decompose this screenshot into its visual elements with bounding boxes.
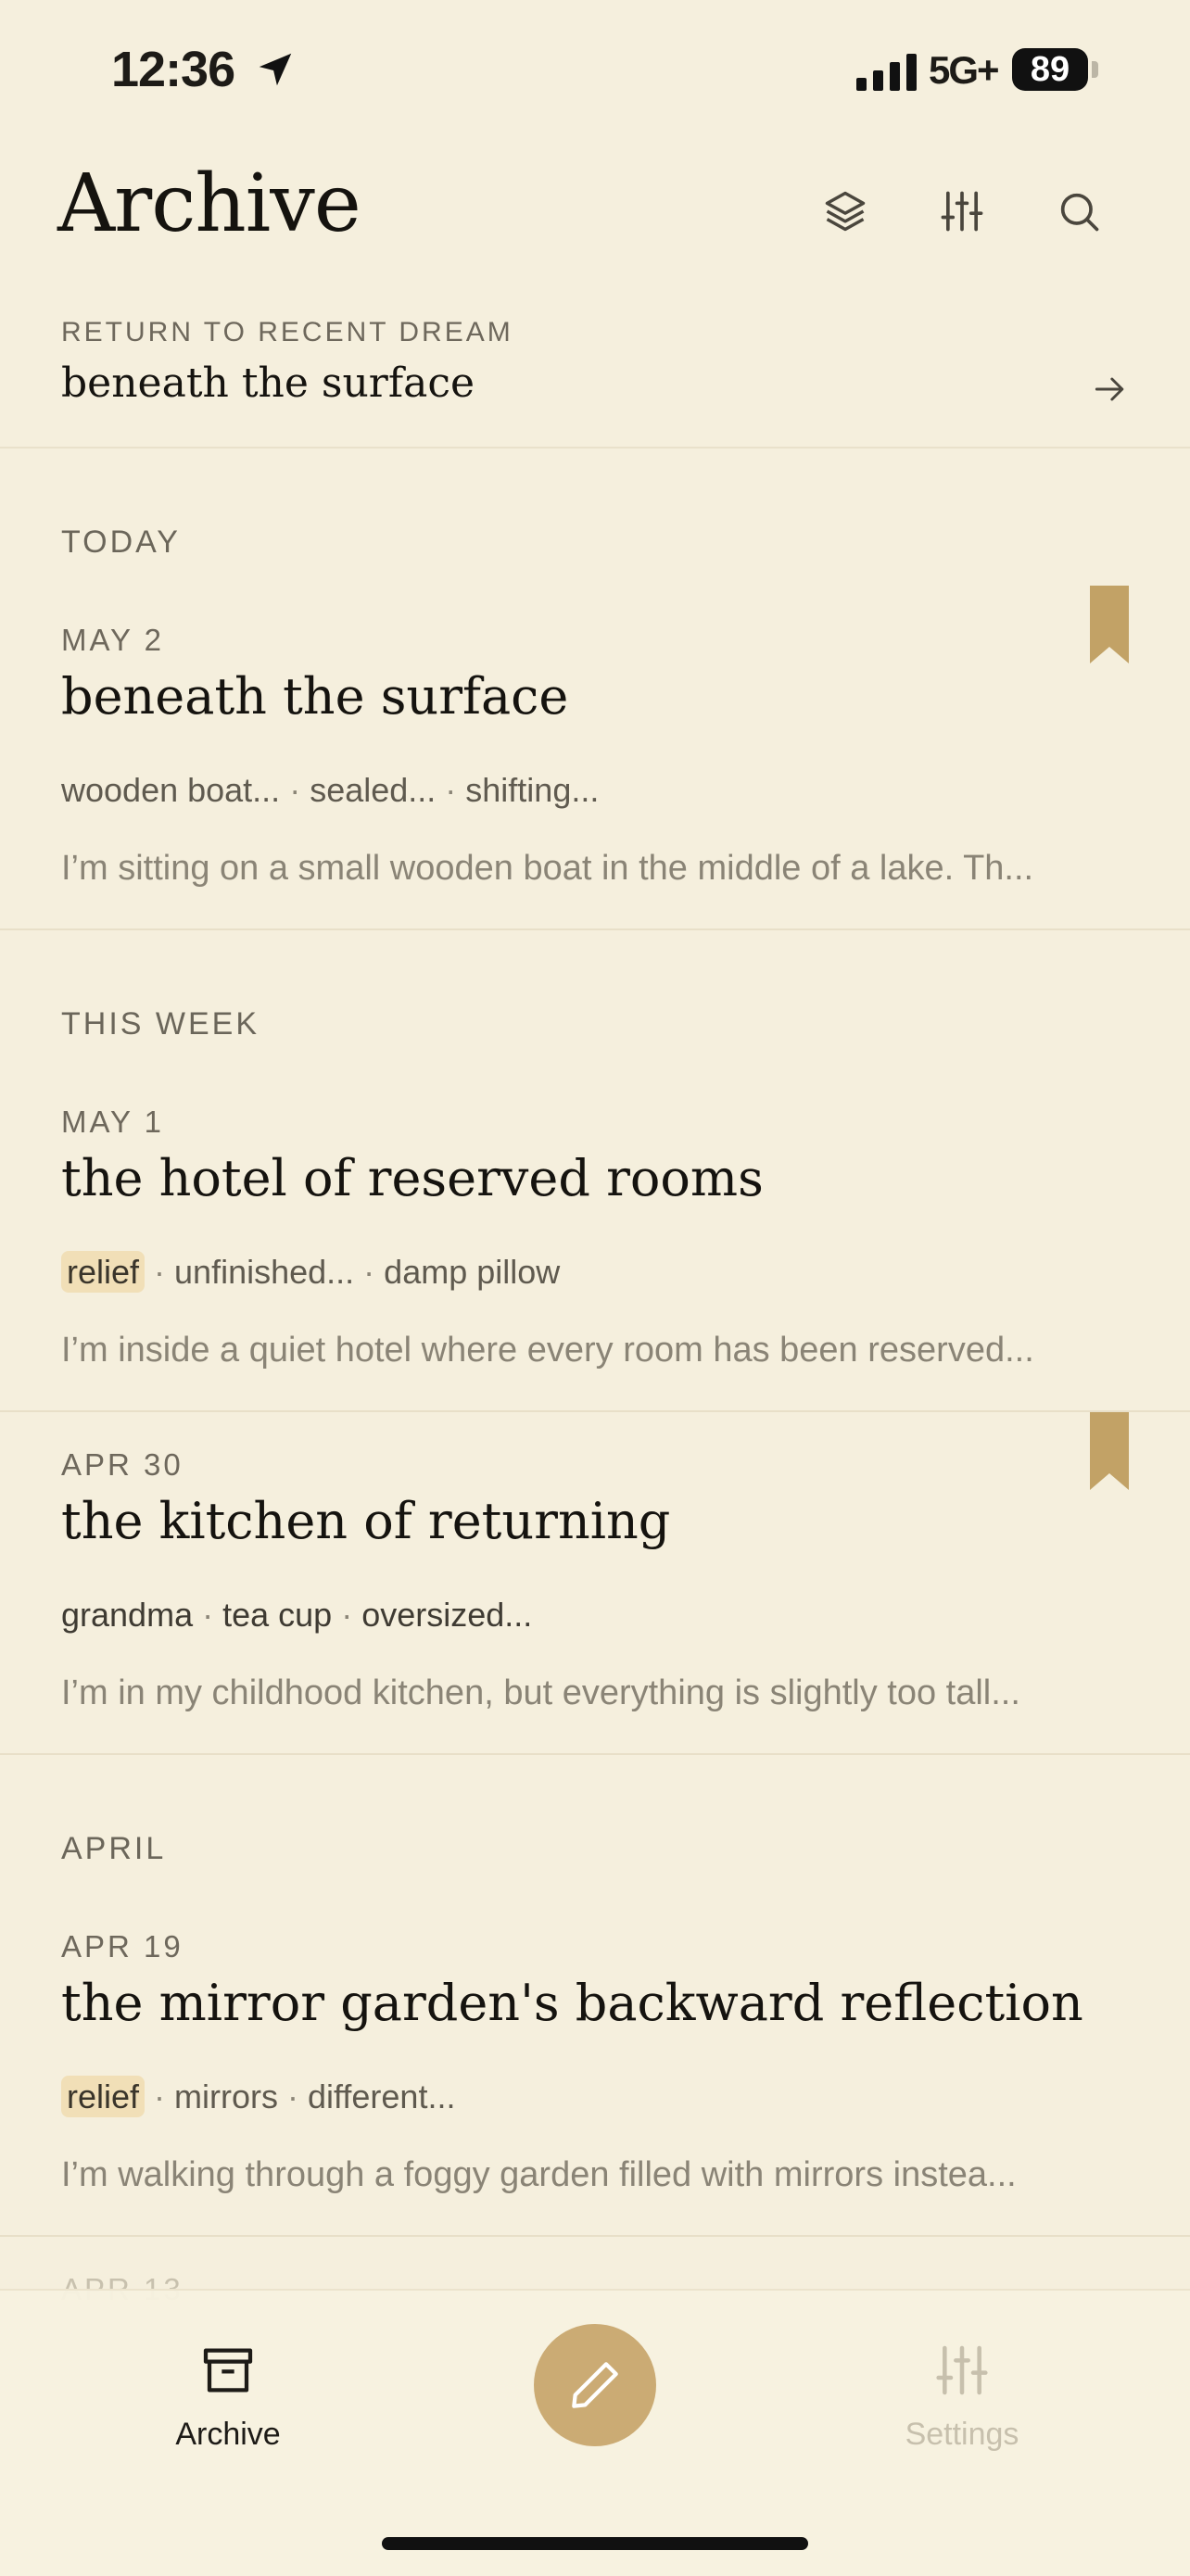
emotion-tag-chip: relief bbox=[61, 2076, 146, 2117]
bookmark-icon[interactable] bbox=[1090, 1412, 1129, 1490]
section-heading-today: TODAY bbox=[61, 524, 181, 560]
filter-sliders-icon[interactable] bbox=[938, 187, 986, 235]
status-time: 12:36 bbox=[111, 42, 235, 97]
entry-tags: wooden boat... · sealed... · shifting... bbox=[61, 771, 600, 809]
pencil-icon bbox=[572, 2362, 618, 2408]
tab-settings[interactable]: Settings bbox=[842, 2341, 1082, 2452]
divider bbox=[0, 1410, 1190, 1412]
entry-tag: mirrors bbox=[174, 2077, 279, 2115]
settings-sliders-icon bbox=[936, 2345, 988, 2395]
entry-title: the hotel of reserved rooms bbox=[61, 1149, 764, 1207]
divider bbox=[0, 1753, 1190, 1755]
emotion-tag-chip: relief bbox=[61, 1251, 146, 1293]
entry-tag: oversized... bbox=[361, 1596, 533, 1634]
entry-date: APR 30 bbox=[61, 1447, 184, 1482]
network-type: 5G+ bbox=[929, 48, 1000, 92]
tab-bar: Archive Settings bbox=[0, 2289, 1190, 2576]
cellular-signal-icon bbox=[856, 54, 917, 91]
search-icon[interactable] bbox=[1055, 187, 1103, 235]
entry-tag: shifting... bbox=[465, 771, 600, 809]
recent-title: beneath the surface bbox=[61, 360, 475, 407]
entry-tag: different... bbox=[308, 2077, 456, 2115]
entry-tag: grandma bbox=[61, 1596, 194, 1634]
entry-preview: I’m inside a quiet hotel where every roo… bbox=[61, 1331, 1034, 1370]
entry-preview: I’m in my childhood kitchen, but everyth… bbox=[61, 1673, 1020, 1712]
entry-date: MAY 2 bbox=[61, 623, 164, 657]
entry-tags: grandma · tea cup · oversized... bbox=[61, 1596, 533, 1634]
divider bbox=[0, 2235, 1190, 2237]
recent-label: RETURN TO RECENT DREAM bbox=[61, 317, 513, 347]
tab-archive-label: Archive bbox=[175, 2417, 281, 2452]
battery-tip bbox=[1092, 61, 1098, 78]
battery-icon: 89 bbox=[1012, 48, 1088, 91]
status-bar: 12:36 5G+ 89 bbox=[0, 0, 1190, 139]
section-heading-april: APRIL bbox=[61, 1831, 167, 1866]
archive-box-icon bbox=[203, 2348, 253, 2393]
home-indicator bbox=[382, 2537, 808, 2550]
entry-date: MAY 1 bbox=[61, 1105, 164, 1139]
section-heading-this-week: THIS WEEK bbox=[61, 1006, 260, 1042]
entry-tags: relief · unfinished... · damp pillow bbox=[61, 1251, 561, 1293]
entry-tag: tea cup bbox=[222, 1596, 333, 1634]
entry-date: APR 19 bbox=[61, 1929, 184, 1964]
arrow-right-icon bbox=[1095, 377, 1124, 401]
new-dream-button[interactable] bbox=[534, 2324, 656, 2446]
entry-tag: wooden boat... bbox=[61, 771, 281, 809]
entry-tag: unfinished... bbox=[174, 1253, 355, 1291]
entry-preview: I’m sitting on a small wooden boat in th… bbox=[61, 849, 1034, 888]
bookmark-icon[interactable] bbox=[1090, 586, 1129, 663]
location-arrow-icon bbox=[259, 53, 292, 86]
layers-icon[interactable] bbox=[821, 187, 869, 235]
tab-settings-label: Settings bbox=[905, 2417, 1019, 2452]
entry-title: the mirror garden's backward reflection bbox=[61, 1974, 1083, 2032]
page-title: Archive bbox=[57, 158, 361, 250]
entry-tags: relief · mirrors · different... bbox=[61, 2076, 456, 2117]
divider bbox=[0, 928, 1190, 930]
return-to-recent-dream[interactable]: RETURN TO RECENT DREAM beneath the surfa… bbox=[0, 297, 1190, 448]
tab-archive[interactable]: Archive bbox=[108, 2341, 348, 2452]
entry-title: beneath the surface bbox=[61, 667, 569, 726]
entry-preview: I’m walking through a foggy garden fille… bbox=[61, 2155, 1017, 2194]
entry-tag: damp pillow bbox=[384, 1253, 561, 1291]
entry-title: the kitchen of returning bbox=[61, 1492, 671, 1550]
entry-tag: sealed... bbox=[310, 771, 437, 809]
